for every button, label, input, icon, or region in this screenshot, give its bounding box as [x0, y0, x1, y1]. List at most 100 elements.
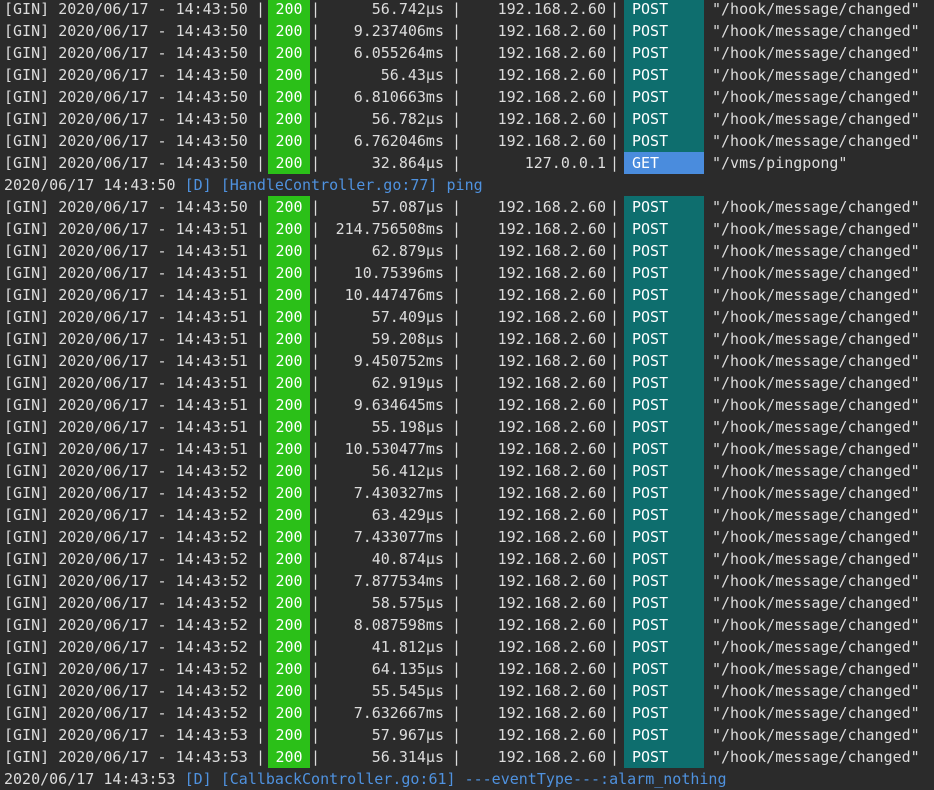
request-path: "/hook/message/changed"	[712, 308, 920, 326]
http-method-badge: POST	[624, 394, 704, 416]
column-separator: |	[610, 88, 620, 106]
gin-tag: [GIN]	[4, 682, 50, 700]
gin-tag: [GIN]	[4, 572, 50, 590]
latency-value: 6.810663ms	[353, 88, 444, 106]
column-separator: |	[610, 682, 620, 700]
column-separator: |	[311, 396, 321, 414]
column-separator: |	[452, 484, 462, 502]
request-path: "/hook/message/changed"	[712, 616, 920, 634]
http-method-badge: POST	[624, 218, 704, 240]
log-row: [GIN] 2020/06/17 - 14:43:50 | 200 | 56.742µs…	[0, 0, 934, 20]
request-path: "/hook/message/changed"	[712, 110, 920, 128]
debug-log-line: 2020/06/17 14:43:53 [D] [CallbackControl…	[0, 768, 934, 790]
status-badge: 200	[268, 482, 310, 504]
gin-tag: [GIN]	[4, 638, 50, 656]
log-datetime: 2020/06/17 - 14:43:50	[58, 44, 248, 62]
column-separator: |	[256, 198, 266, 216]
request-path: "/hook/message/changed"	[712, 220, 920, 238]
gin-tag: [GIN]	[4, 418, 50, 436]
latency-value: 56.782µs	[371, 110, 444, 128]
http-method-badge: POST	[624, 636, 704, 658]
log-row: [GIN] 2020/06/17 - 14:43:51 | 200 | 57.409µs…	[0, 306, 934, 328]
column-separator: |	[311, 308, 321, 326]
column-separator: |	[610, 396, 620, 414]
column-separator: |	[610, 308, 620, 326]
column-separator: |	[610, 110, 620, 128]
column-separator: |	[610, 352, 620, 370]
status-badge: 200	[268, 702, 310, 724]
status-badge: 200	[268, 504, 310, 526]
log-row: [GIN] 2020/06/17 - 14:43:52 | 200 | 63.429µs…	[0, 504, 934, 526]
log-datetime: 2020/06/17 - 14:43:50	[58, 198, 248, 216]
debug-message: ---eventType---:alarm_nothing	[464, 770, 727, 788]
client-ip: 192.168.2.60	[497, 462, 606, 480]
column-separator: |	[256, 132, 266, 150]
log-prefix: [GIN] 2020/06/17 - 14:43:50	[4, 20, 248, 42]
log-prefix: [GIN] 2020/06/17 - 14:43:50	[4, 196, 248, 218]
log-datetime: 2020/06/17 - 14:43:52	[58, 704, 248, 722]
request-path: "/hook/message/changed"	[712, 0, 920, 18]
log-prefix: [GIN] 2020/06/17 - 14:43:50	[4, 152, 248, 174]
request-path: "/hook/message/changed"	[712, 638, 920, 656]
status-badge: 200	[268, 724, 310, 746]
client-ip: 192.168.2.60	[497, 352, 606, 370]
log-prefix: [GIN] 2020/06/17 - 14:43:50	[4, 130, 248, 152]
column-separator: |	[311, 594, 321, 612]
log-prefix: [GIN] 2020/06/17 - 14:43:50	[4, 86, 248, 108]
http-method-badge: POST	[624, 526, 704, 548]
status-badge: 200	[268, 152, 310, 174]
request-path: "/hook/message/changed"	[712, 132, 920, 150]
log-datetime: 2020/06/17 - 14:43:50	[58, 132, 248, 150]
column-separator: |	[610, 22, 620, 40]
log-prefix: [GIN] 2020/06/17 - 14:43:52	[4, 658, 248, 680]
request-path: "/hook/message/changed"	[712, 198, 920, 216]
log-row: [GIN] 2020/06/17 - 14:43:52 | 200 | 7.632667…	[0, 702, 934, 724]
column-separator: |	[452, 572, 462, 590]
column-separator: |	[311, 154, 321, 172]
latency-value: 55.198µs	[371, 418, 444, 436]
request-path: "/hook/message/changed"	[712, 550, 920, 568]
column-separator: |	[610, 154, 620, 172]
http-method-badge: GET	[624, 152, 704, 174]
latency-value: 58.575µs	[371, 594, 444, 612]
latency-value: 57.087µs	[371, 198, 444, 216]
column-separator: |	[452, 154, 462, 172]
column-separator: |	[256, 44, 266, 62]
column-separator: |	[311, 660, 321, 678]
client-ip: 192.168.2.60	[497, 242, 606, 260]
column-separator: |	[256, 396, 266, 414]
column-separator: |	[256, 748, 266, 766]
column-separator: |	[452, 616, 462, 634]
column-separator: |	[452, 308, 462, 326]
column-separator: |	[452, 748, 462, 766]
gin-tag: [GIN]	[4, 22, 50, 40]
column-separator: |	[610, 616, 620, 634]
latency-value: 62.919µs	[371, 374, 444, 392]
column-separator: |	[311, 374, 321, 392]
status-badge: 200	[268, 394, 310, 416]
status-badge: 200	[268, 592, 310, 614]
latency-value: 56.43µs	[380, 66, 444, 84]
http-method-badge: POST	[624, 680, 704, 702]
log-row: [GIN] 2020/06/17 - 14:43:51 | 200 | 10.53047…	[0, 438, 934, 460]
column-separator: |	[452, 506, 462, 524]
log-prefix: [GIN] 2020/06/17 - 14:43:51	[4, 328, 248, 350]
column-separator: |	[452, 198, 462, 216]
http-method-badge: POST	[624, 86, 704, 108]
latency-value: 6.055264ms	[353, 44, 444, 62]
log-prefix: [GIN] 2020/06/17 - 14:43:51	[4, 218, 248, 240]
log-row: [GIN] 2020/06/17 - 14:43:51 | 200 | 214.7565…	[0, 218, 934, 240]
http-method-badge: POST	[624, 614, 704, 636]
client-ip: 192.168.2.60	[497, 550, 606, 568]
gin-tag: [GIN]	[4, 594, 50, 612]
column-separator: |	[452, 220, 462, 238]
log-row: [GIN] 2020/06/17 - 14:43:51 | 200 | 59.208µs…	[0, 328, 934, 350]
terminal-output[interactable]: [GIN] 2020/06/17 - 14:43:50 | 200 | 56.742µs…	[0, 0, 934, 790]
client-ip: 192.168.2.60	[497, 110, 606, 128]
debug-log-content: 2020/06/17 14:43:53 [D] [CallbackControl…	[4, 768, 727, 790]
log-prefix: [GIN] 2020/06/17 - 14:43:52	[4, 504, 248, 526]
http-method-badge: POST	[624, 724, 704, 746]
client-ip: 192.168.2.60	[497, 418, 606, 436]
gin-tag: [GIN]	[4, 484, 50, 502]
status-badge: 200	[268, 548, 310, 570]
